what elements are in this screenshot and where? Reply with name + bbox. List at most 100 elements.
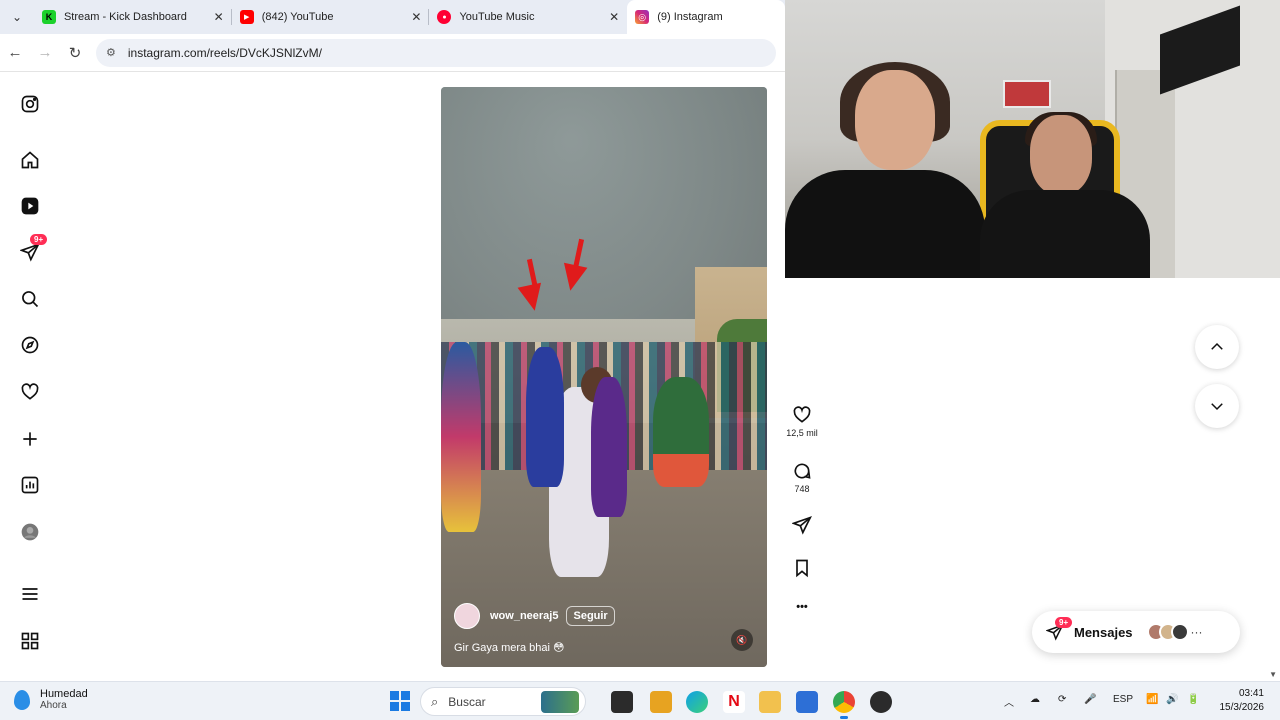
reload-icon[interactable]: ↻ <box>60 38 90 68</box>
cam-person-right-shirt <box>980 190 1150 278</box>
tab-instagram[interactable]: ◎ (9) Instagram <box>627 0 785 34</box>
comment-bubble-icon <box>794 463 811 479</box>
video-girl-green-dress <box>653 377 709 487</box>
microsoft-store-icon[interactable] <box>796 691 818 713</box>
sync-icon[interactable]: ⟳ <box>1058 694 1066 705</box>
messages-badge: 9+ <box>1055 617 1073 628</box>
microphone-icon[interactable]: 🎤 <box>1084 694 1096 705</box>
more-options-icon[interactable]: ••• <box>785 601 819 613</box>
next-reel-button[interactable] <box>1195 384 1239 428</box>
messages-label: Mensajes <box>1074 624 1133 640</box>
paper-plane-icon <box>792 516 812 535</box>
comment-button[interactable]: 748 <box>785 461 819 494</box>
forward-arrow-icon[interactable]: → <box>30 38 60 68</box>
scroll-down-arrow-icon[interactable]: ▼ <box>1269 670 1277 679</box>
video-woman-blue-dress <box>526 347 564 487</box>
messages-more-icon: ··· <box>1190 625 1203 639</box>
taskbar-search-box[interactable]: ⌕ Buscar <box>420 687 586 716</box>
language-indicator[interactable]: ESP <box>1113 694 1133 705</box>
volume-icon[interactable]: 🔊 <box>1166 694 1178 705</box>
heart-icon <box>793 406 811 423</box>
webcam-overlay <box>785 0 1280 278</box>
reel-caption: Gir Gaya mera bhai 😳 <box>454 642 565 654</box>
profile-avatar-icon[interactable] <box>18 520 42 544</box>
tab-youtube[interactable]: ▶ (842) YouTube ✕ <box>232 0 430 34</box>
tab-close-icon[interactable]: ✕ <box>411 10 421 24</box>
messages-pill[interactable]: 9+ Mensajes ··· <box>1032 611 1240 653</box>
tray-chevron-up-icon[interactable]: ︿ <box>1004 694 1014 709</box>
follow-button[interactable]: Seguir <box>566 606 615 626</box>
tab-close-icon[interactable]: ✕ <box>214 10 224 24</box>
back-arrow-icon[interactable]: ← <box>0 38 30 68</box>
reel-author: wow_neeraj5 Seguir <box>454 603 615 629</box>
bookmark-icon <box>796 559 808 578</box>
folder-app-icon[interactable] <box>650 691 672 713</box>
file-explorer-icon[interactable] <box>759 691 781 713</box>
messages-avatars <box>1146 623 1189 641</box>
kick-icon: K <box>41 10 56 24</box>
youtube-music-icon: ● <box>437 10 452 24</box>
clock-date: 15/3/2026 <box>1219 702 1265 713</box>
explore-compass-icon[interactable] <box>18 333 42 357</box>
tab-title: (9) Instagram <box>657 11 723 23</box>
instagram-icon: ◎ <box>635 10 650 24</box>
clock-time: 03:41 <box>1238 688 1264 699</box>
cam-person-left-face <box>855 70 935 170</box>
tab-youtube-music[interactable]: ● YouTube Music ✕ <box>429 0 627 34</box>
share-button[interactable] <box>785 515 819 535</box>
windows-taskbar: Humedad Ahora ⌕ Buscar N ︿ ☁ ⟳ 🎤 ESP 📶 🔊… <box>0 681 1280 720</box>
direct-messages-icon[interactable]: 9+ <box>18 234 48 264</box>
messages-plane-icon: 9+ <box>1045 617 1073 641</box>
author-username[interactable]: wow_neeraj5 <box>490 610 558 622</box>
obs-icon[interactable] <box>870 691 892 713</box>
onedrive-icon[interactable]: ☁ <box>1030 694 1040 705</box>
like-button[interactable]: 12,5 mil <box>785 405 819 438</box>
tab-search-chevron-icon[interactable]: ⌄ <box>0 0 34 34</box>
home-icon[interactable] <box>18 148 42 172</box>
url-text: instagram.com/reels/DVcKJSNlZvM/ <box>127 45 322 60</box>
instagram-sidebar: 9+ <box>0 72 60 680</box>
weather-title: Humedad <box>40 688 88 700</box>
address-bar: ← → ↻ ⚙ instagram.com/reels/DVcKJSNlZvM/ <box>0 34 785 72</box>
chevron-down-icon <box>1211 403 1223 411</box>
chevron-up-icon <box>1211 342 1223 350</box>
system-clock[interactable]: 03:41 15/3/2026 <box>1206 687 1265 715</box>
video-woman-purple-dress <box>591 377 627 517</box>
instagram-logo-icon[interactable] <box>18 92 42 116</box>
video-woman-left-colorful <box>441 342 481 532</box>
youtube-icon: ▶ <box>239 10 254 24</box>
browser-tab-strip: ⌄ K Stream - Kick Dashboard ✕ ▶ (842) Yo… <box>0 0 785 34</box>
author-avatar[interactable] <box>454 603 480 629</box>
save-button[interactable] <box>785 558 819 578</box>
menu-hamburger-icon[interactable] <box>18 582 42 606</box>
create-plus-icon[interactable] <box>18 427 42 451</box>
netflix-icon[interactable]: N <box>723 691 745 713</box>
previous-reel-button[interactable] <box>1195 325 1239 369</box>
cam-person-left-shirt <box>785 170 985 278</box>
edge-browser-icon[interactable] <box>686 691 708 713</box>
screen: ⌄ K Stream - Kick Dashboard ✕ ▶ (842) Yo… <box>0 0 1280 720</box>
heart-notifications-icon[interactable] <box>18 380 42 404</box>
comments-count: 748 <box>794 484 810 494</box>
also-from-meta-icon[interactable] <box>18 629 42 653</box>
battery-icon[interactable]: 🔋 <box>1187 694 1199 705</box>
reel-video[interactable]: wow_neeraj5 Seguir Gir Gaya mera bhai 😳 … <box>441 87 767 667</box>
tab-title: (842) YouTube <box>261 11 334 23</box>
mute-icon[interactable]: 🔇 <box>731 629 753 651</box>
site-settings-icon[interactable]: ⚙ <box>106 46 116 59</box>
task-view-icon[interactable] <box>611 691 633 713</box>
windows-start-icon[interactable] <box>390 691 410 711</box>
wifi-icon[interactable]: 📶 <box>1146 694 1158 705</box>
chrome-icon[interactable] <box>833 691 855 719</box>
url-field[interactable]: ⚙ instagram.com/reels/DVcKJSNlZvM/ <box>96 38 776 67</box>
cam-person-right-face <box>1030 115 1092 195</box>
humidity-drop-icon <box>14 689 30 710</box>
weather-widget[interactable]: Humedad Ahora <box>14 688 88 711</box>
dashboard-chart-icon[interactable] <box>18 473 42 497</box>
tab-kick-dashboard[interactable]: K Stream - Kick Dashboard ✕ <box>34 0 232 34</box>
search-icon[interactable] <box>18 287 42 311</box>
reels-icon[interactable] <box>18 194 42 218</box>
tab-close-icon[interactable]: ✕ <box>609 10 619 24</box>
search-highlight-image <box>541 691 579 713</box>
weather-subtitle: Ahora <box>40 700 67 711</box>
